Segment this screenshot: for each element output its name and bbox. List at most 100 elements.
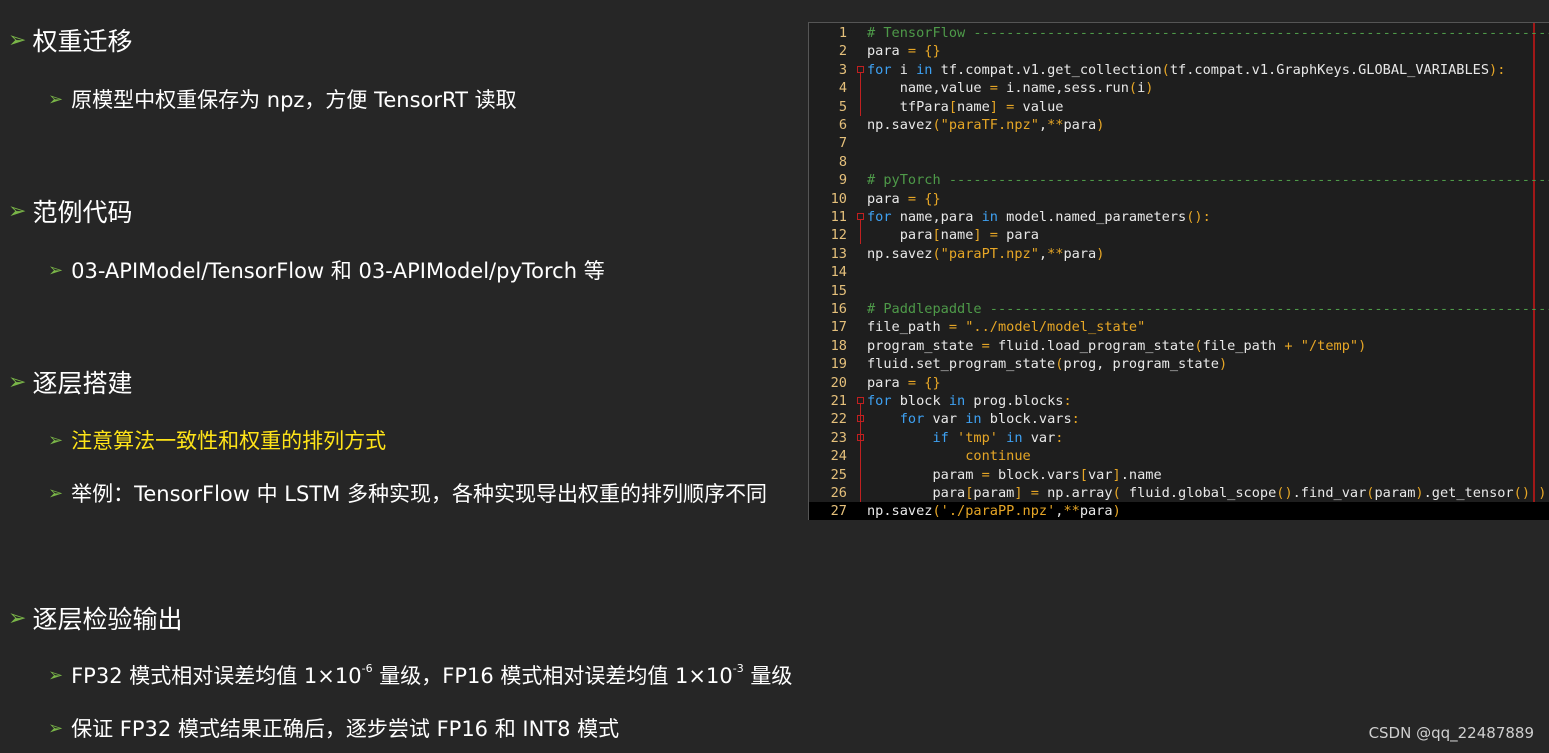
line-number: 14 [830, 264, 847, 281]
code-text: np.savez('./paraPP.npz',**para) [867, 503, 1121, 520]
line-number: 26 [830, 485, 847, 501]
code-text: name,value = i.name,sess.run(i) [867, 80, 1154, 97]
arrow-bullet-icon: ➢ [48, 429, 64, 451]
fold-guide-line [860, 220, 861, 245]
code-line: 25 param = block.vars[var].name [809, 466, 1549, 484]
line-number: 3 [838, 61, 847, 78]
line-number: 27 [830, 503, 847, 520]
code-text: for block in prog.blocks: [867, 393, 1072, 409]
code-line: 3 for i in tf.compat.v1.get_collection(tf… [809, 61, 1549, 79]
arrow-bullet-icon: ➢ [48, 664, 64, 686]
code-line: 5 tfPara[name] = value [809, 98, 1549, 116]
code-text: tfPara[name] = value [867, 98, 1064, 115]
code-text: fluid.set_program_state(prog, program_st… [867, 356, 1228, 373]
code-text: for var in block.vars: [899, 411, 1080, 428]
line-number: 10 [830, 190, 847, 207]
section-title-layer-check: ➢ 逐层检验输出 [8, 605, 183, 634]
code-line: 14 [809, 263, 1549, 281]
fold-toggle-icon[interactable] [857, 397, 864, 404]
code-text: para = {} [867, 190, 941, 207]
line-number: 22 [830, 411, 847, 428]
line-number: 13 [830, 245, 847, 262]
fold-toggle-icon[interactable] [857, 213, 864, 220]
code-line: 20 para = {} [809, 374, 1549, 392]
code-line: 22 for var in block.vars: [809, 410, 1549, 428]
section-title-layer-build: ➢ 逐层搭建 [8, 369, 133, 398]
code-text: file_path = "../model/model_state" [867, 319, 1146, 336]
code-line: 16 # Paddlepaddle -----------------------… [809, 300, 1549, 318]
line-number: 21 [830, 393, 847, 409]
arrow-bullet-icon: ➢ [48, 88, 64, 110]
bullet-item: ➢ 保证 FP32 模式结果正确后，逐步尝试 FP16 和 INT8 模式 [48, 717, 620, 741]
code-line: 27 np.savez('./paraPP.npz',**para) [809, 502, 1549, 520]
code-line: 23 if 'tmp' in var: [809, 429, 1549, 447]
code-line: 7 [809, 134, 1549, 152]
line-number: 4 [838, 80, 847, 97]
code-text: np.savez("paraPT.npz",**para) [867, 245, 1105, 262]
fold-guide-line [860, 72, 861, 116]
line-number: 6 [838, 117, 847, 133]
arrow-bullet-icon: ➢ [48, 259, 64, 281]
arrow-bullet-icon: ➢ [8, 605, 27, 631]
code-line: 24 continue [809, 447, 1549, 465]
code-line: 6 np.savez("paraTF.npz",**para) [809, 116, 1549, 134]
code-text: # Paddlepaddle -------------------------… [867, 301, 1549, 317]
arrow-bullet-icon: ➢ [48, 482, 64, 504]
bullet-item: ➢ FP32 模式相对误差均值 1×10-6 量级，FP16 模式相对误差均值 … [48, 662, 793, 688]
code-text: program_state = fluid.load_program_state… [867, 337, 1367, 354]
code-text: continue [965, 448, 1031, 465]
code-line: 2 para = {} [809, 42, 1549, 60]
section-title-weight-transfer: ➢ 权重迁移 [8, 27, 133, 56]
line-number: 8 [838, 153, 847, 170]
line-number: 2 [838, 43, 847, 60]
line-number: 25 [830, 466, 847, 483]
line-number: 11 [830, 209, 847, 225]
code-text: for i in tf.compat.v1.get_collection(tf.… [867, 61, 1506, 78]
line-number: 19 [830, 356, 847, 373]
line-number: 23 [830, 429, 847, 446]
code-text: if 'tmp' in var: [932, 429, 1064, 446]
code-text: # pyTorch ------------------------------… [867, 172, 1549, 189]
fold-toggle-icon[interactable] [857, 65, 864, 73]
line-number: 18 [830, 337, 847, 354]
code-line: 18 program_state = fluid.load_program_sta… [809, 337, 1549, 355]
code-text: # TensorFlow ---------------------------… [867, 25, 1549, 41]
code-line: 12 para[name] = para [809, 226, 1549, 244]
code-line: 11 for name,para in model.named_parameter… [809, 208, 1549, 226]
bullet-item: ➢ 举例：TensorFlow 中 LSTM 多种实现，各种实现导出权重的排列顺… [48, 482, 767, 506]
bullet-item: ➢ 03-APIModel/TensorFlow 和 03-APIModel/p… [48, 259, 605, 283]
code-line: 21 for block in prog.blocks: [809, 392, 1549, 410]
line-number: 5 [838, 98, 847, 115]
bullet-item: ➢ 原模型中权重保存为 npz，方便 TensorRT 读取 [48, 88, 517, 112]
code-text: para[param] = np.array( fluid.global_sco… [867, 485, 1547, 501]
line-number: 15 [830, 282, 847, 299]
arrow-bullet-icon: ➢ [8, 369, 27, 395]
code-text: para[name] = para [867, 227, 1039, 244]
section-title-example-code: ➢ 范例代码 [8, 198, 133, 227]
code-line: 8 [809, 153, 1549, 171]
code-line: 26 para[param] = np.array( fluid.global_… [809, 484, 1549, 502]
line-number: 9 [838, 172, 847, 189]
line-number: 7 [838, 135, 847, 152]
line-number: 12 [830, 227, 847, 244]
code-text: para = {} [867, 374, 941, 391]
code-text: for name,para in model.named_parameters(… [867, 209, 1211, 225]
arrow-bullet-icon: ➢ [8, 198, 27, 224]
line-number: 20 [830, 374, 847, 391]
code-line: 17 file_path = "../model/model_state" [809, 318, 1549, 336]
watermark: CSDN @qq_22487889 [1368, 724, 1534, 742]
bullet-item-highlight: ➢ 注意算法一致性和权重的排列方式 [48, 429, 387, 453]
code-line: 10 para = {} [809, 190, 1549, 208]
code-line: 9 # pyTorch -----------------------------… [809, 171, 1549, 189]
line-number: 16 [830, 301, 847, 317]
code-line: 15 [809, 282, 1549, 300]
fold-guide-line [860, 404, 861, 502]
code-line: 19 fluid.set_program_state(prog, program_… [809, 355, 1549, 373]
arrow-bullet-icon: ➢ [8, 27, 27, 53]
line-number: 24 [830, 448, 847, 465]
code-text: param = block.vars[var].name [867, 466, 1162, 483]
line-number: 1 [838, 25, 847, 41]
arrow-bullet-icon: ➢ [48, 717, 64, 739]
code-editor-panel: 1 # TensorFlow --------------------------… [808, 22, 1549, 520]
code-line: 4 name,value = i.name,sess.run(i) [809, 79, 1549, 97]
